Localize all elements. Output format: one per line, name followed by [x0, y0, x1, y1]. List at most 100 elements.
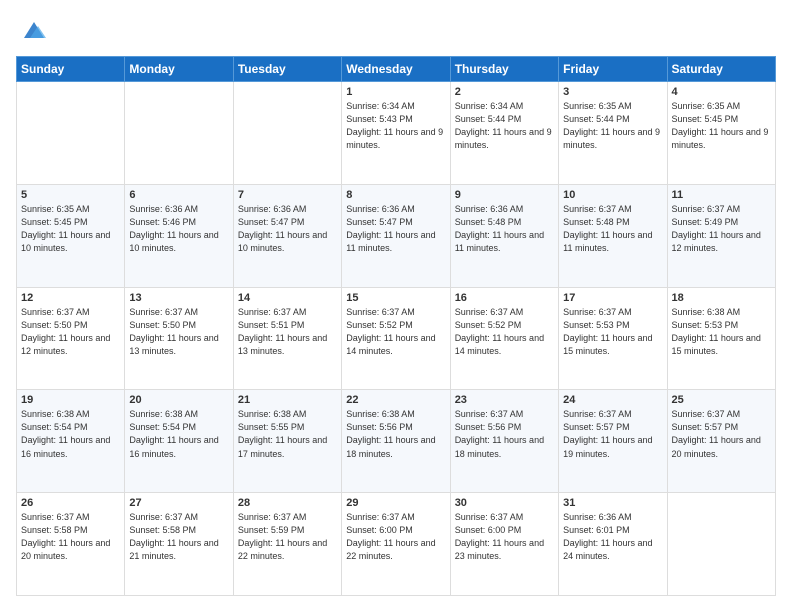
- calendar-cell: 20 Sunrise: 6:38 AMSunset: 5:54 PMDayligh…: [125, 390, 233, 493]
- calendar-cell: 25 Sunrise: 6:37 AMSunset: 5:57 PMDayligh…: [667, 390, 775, 493]
- calendar-cell: 8 Sunrise: 6:36 AMSunset: 5:47 PMDaylight…: [342, 184, 450, 287]
- calendar-cell: [667, 493, 775, 596]
- cell-info: Sunrise: 6:34 AMSunset: 5:43 PMDaylight:…: [346, 100, 445, 152]
- calendar-cell: 10Sunrise: 6:37 AMSunset: 5:48 PMDayligh…: [559, 184, 667, 287]
- logo: [16, 16, 48, 44]
- day-number: 1: [346, 86, 445, 98]
- calendar-cell: 12 Sunrise: 6:37 AMSunset: 5:50 PMDayligh…: [17, 287, 125, 390]
- day-number: 7: [238, 189, 337, 201]
- calendar-cell: 30 Sunrise: 6:37 AMSunset: 6:00 PMDayligh…: [450, 493, 558, 596]
- calendar-cell: 6Sunrise: 6:36 AMSunset: 5:46 PMDaylight…: [125, 184, 233, 287]
- day-number: 31: [563, 497, 662, 509]
- cell-info: Sunrise: 6:37 AMSunset: 5:49 PMDaylight:…: [672, 203, 771, 255]
- cell-info: Sunrise: 6:36 AMSunset: 5:46 PMDaylight:…: [129, 203, 228, 255]
- calendar-header-tuesday: Tuesday: [233, 57, 341, 82]
- day-number: 19: [21, 394, 120, 406]
- day-number: 9: [455, 189, 554, 201]
- day-number: 27: [129, 497, 228, 509]
- cell-info: Sunrise: 6:36 AMSunset: 5:47 PMDaylight:…: [238, 203, 337, 255]
- calendar-header-monday: Monday: [125, 57, 233, 82]
- day-number: 3: [563, 86, 662, 98]
- cell-info: Sunrise: 6:37 AMSunset: 5:53 PMDaylight:…: [563, 306, 662, 358]
- calendar-header-thursday: Thursday: [450, 57, 558, 82]
- calendar-cell: 7 Sunrise: 6:36 AMSunset: 5:47 PMDaylight…: [233, 184, 341, 287]
- day-number: 12: [21, 292, 120, 304]
- cell-info: Sunrise: 6:38 AMSunset: 5:54 PMDaylight:…: [129, 408, 228, 460]
- cell-info: Sunrise: 6:38 AMSunset: 5:56 PMDaylight:…: [346, 408, 445, 460]
- cell-info: Sunrise: 6:38 AMSunset: 5:53 PMDaylight:…: [672, 306, 771, 358]
- cell-info: Sunrise: 6:37 AMSunset: 5:48 PMDaylight:…: [563, 203, 662, 255]
- cell-info: Sunrise: 6:36 AMSunset: 5:48 PMDaylight:…: [455, 203, 554, 255]
- calendar-cell: 14 Sunrise: 6:37 AMSunset: 5:51 PMDayligh…: [233, 287, 341, 390]
- day-number: 29: [346, 497, 445, 509]
- calendar-cell: 16 Sunrise: 6:37 AMSunset: 5:52 PMDayligh…: [450, 287, 558, 390]
- calendar-table: SundayMondayTuesdayWednesdayThursdayFrid…: [16, 56, 776, 596]
- day-number: 13: [129, 292, 228, 304]
- header: [16, 16, 776, 44]
- day-number: 18: [672, 292, 771, 304]
- cell-info: Sunrise: 6:38 AMSunset: 5:54 PMDaylight:…: [21, 408, 120, 460]
- cell-info: Sunrise: 6:37 AMSunset: 5:56 PMDaylight:…: [455, 408, 554, 460]
- calendar-week-row: 12 Sunrise: 6:37 AMSunset: 5:50 PMDayligh…: [17, 287, 776, 390]
- calendar-cell: 27 Sunrise: 6:37 AMSunset: 5:58 PMDayligh…: [125, 493, 233, 596]
- calendar-cell: 29 Sunrise: 6:37 AMSunset: 6:00 PMDayligh…: [342, 493, 450, 596]
- cell-info: Sunrise: 6:37 AMSunset: 5:50 PMDaylight:…: [21, 306, 120, 358]
- calendar-cell: 11 Sunrise: 6:37 AMSunset: 5:49 PMDayligh…: [667, 184, 775, 287]
- cell-info: Sunrise: 6:37 AMSunset: 5:52 PMDaylight:…: [346, 306, 445, 358]
- cell-info: Sunrise: 6:34 AMSunset: 5:44 PMDaylight:…: [455, 100, 554, 152]
- cell-info: Sunrise: 6:35 AMSunset: 5:44 PMDaylight:…: [563, 100, 662, 152]
- calendar-cell: 9 Sunrise: 6:36 AMSunset: 5:48 PMDaylight…: [450, 184, 558, 287]
- calendar-cell: 21 Sunrise: 6:38 AMSunset: 5:55 PMDayligh…: [233, 390, 341, 493]
- calendar-cell: 18 Sunrise: 6:38 AMSunset: 5:53 PMDayligh…: [667, 287, 775, 390]
- cell-info: Sunrise: 6:37 AMSunset: 5:59 PMDaylight:…: [238, 511, 337, 563]
- cell-info: Sunrise: 6:37 AMSunset: 6:00 PMDaylight:…: [346, 511, 445, 563]
- day-number: 25: [672, 394, 771, 406]
- calendar-cell: [233, 82, 341, 185]
- day-number: 8: [346, 189, 445, 201]
- day-number: 2: [455, 86, 554, 98]
- day-number: 24: [563, 394, 662, 406]
- calendar-header-friday: Friday: [559, 57, 667, 82]
- cell-info: Sunrise: 6:38 AMSunset: 5:55 PMDaylight:…: [238, 408, 337, 460]
- cell-info: Sunrise: 6:35 AMSunset: 5:45 PMDaylight:…: [672, 100, 771, 152]
- calendar-cell: 1 Sunrise: 6:34 AMSunset: 5:43 PMDaylight…: [342, 82, 450, 185]
- cell-info: Sunrise: 6:37 AMSunset: 5:50 PMDaylight:…: [129, 306, 228, 358]
- day-number: 4: [672, 86, 771, 98]
- calendar-cell: 13 Sunrise: 6:37 AMSunset: 5:50 PMDayligh…: [125, 287, 233, 390]
- page: SundayMondayTuesdayWednesdayThursdayFrid…: [0, 0, 792, 612]
- calendar-cell: [125, 82, 233, 185]
- day-number: 16: [455, 292, 554, 304]
- day-number: 23: [455, 394, 554, 406]
- calendar-cell: 24Sunrise: 6:37 AMSunset: 5:57 PMDayligh…: [559, 390, 667, 493]
- day-number: 28: [238, 497, 337, 509]
- cell-info: Sunrise: 6:37 AMSunset: 5:58 PMDaylight:…: [129, 511, 228, 563]
- cell-info: Sunrise: 6:37 AMSunset: 5:51 PMDaylight:…: [238, 306, 337, 358]
- calendar-header-sunday: Sunday: [17, 57, 125, 82]
- cell-info: Sunrise: 6:36 AMSunset: 5:47 PMDaylight:…: [346, 203, 445, 255]
- calendar-cell: 3 Sunrise: 6:35 AMSunset: 5:44 PMDaylight…: [559, 82, 667, 185]
- calendar-week-row: 1 Sunrise: 6:34 AMSunset: 5:43 PMDaylight…: [17, 82, 776, 185]
- calendar-cell: 5Sunrise: 6:35 AMSunset: 5:45 PMDaylight…: [17, 184, 125, 287]
- day-number: 5: [21, 189, 120, 201]
- cell-info: Sunrise: 6:37 AMSunset: 5:52 PMDaylight:…: [455, 306, 554, 358]
- day-number: 15: [346, 292, 445, 304]
- calendar-cell: 15 Sunrise: 6:37 AMSunset: 5:52 PMDayligh…: [342, 287, 450, 390]
- calendar-week-row: 26 Sunrise: 6:37 AMSunset: 5:58 PMDayligh…: [17, 493, 776, 596]
- day-number: 21: [238, 394, 337, 406]
- calendar-cell: 2 Sunrise: 6:34 AMSunset: 5:44 PMDaylight…: [450, 82, 558, 185]
- cell-info: Sunrise: 6:37 AMSunset: 6:00 PMDaylight:…: [455, 511, 554, 563]
- calendar-header-row: SundayMondayTuesdayWednesdayThursdayFrid…: [17, 57, 776, 82]
- day-number: 30: [455, 497, 554, 509]
- logo-icon: [20, 16, 48, 44]
- day-number: 26: [21, 497, 120, 509]
- cell-info: Sunrise: 6:36 AMSunset: 6:01 PMDaylight:…: [563, 511, 662, 563]
- day-number: 11: [672, 189, 771, 201]
- calendar-cell: 4 Sunrise: 6:35 AMSunset: 5:45 PMDaylight…: [667, 82, 775, 185]
- day-number: 22: [346, 394, 445, 406]
- calendar-cell: 26Sunrise: 6:37 AMSunset: 5:58 PMDayligh…: [17, 493, 125, 596]
- cell-info: Sunrise: 6:37 AMSunset: 5:57 PMDaylight:…: [672, 408, 771, 460]
- day-number: 20: [129, 394, 228, 406]
- day-number: 14: [238, 292, 337, 304]
- calendar-cell: 28 Sunrise: 6:37 AMSunset: 5:59 PMDayligh…: [233, 493, 341, 596]
- calendar-week-row: 19 Sunrise: 6:38 AMSunset: 5:54 PMDayligh…: [17, 390, 776, 493]
